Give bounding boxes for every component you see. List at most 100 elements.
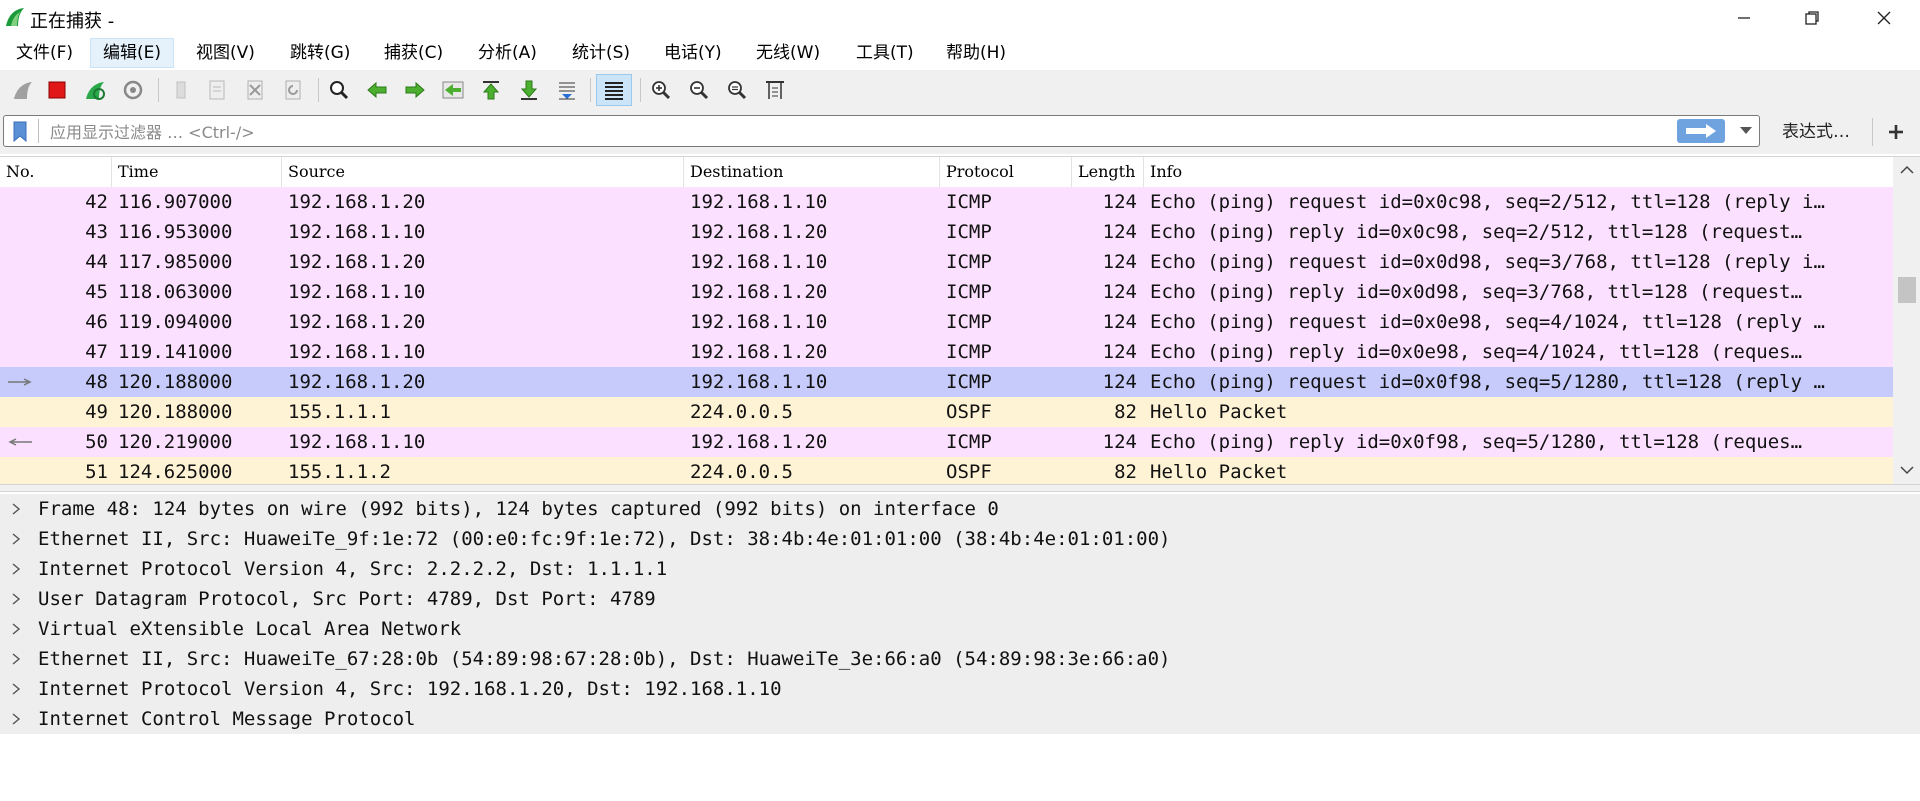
scrollbar-thumb[interactable]	[1898, 277, 1916, 303]
packet-row[interactable]: 42 116.907000 192.168.1.20 192.168.1.10 ICMP…	[0, 187, 1893, 217]
detail-tree-item[interactable]: Frame 48: 124 bytes on wire (992 bits), …	[0, 494, 1920, 524]
chevron-right-icon[interactable]	[10, 652, 22, 666]
pane-splitter[interactable]	[0, 484, 1920, 492]
close-file-button[interactable]	[240, 76, 270, 104]
detail-tree-item[interactable]: Internet Protocol Version 4, Src: 2.2.2.…	[0, 554, 1920, 584]
display-filter-input[interactable]	[48, 118, 1672, 146]
column-header-protocol[interactable]: Protocol	[940, 157, 1072, 187]
resize-columns-button[interactable]	[760, 76, 790, 104]
close-file-icon	[247, 80, 263, 100]
chevron-right-icon[interactable]	[10, 562, 22, 576]
cell-no: 44	[85, 251, 108, 273]
reload-file-button[interactable]	[278, 76, 308, 104]
save-file-button[interactable]	[202, 76, 232, 104]
restart-capture-button[interactable]	[80, 76, 110, 104]
find-packet-icon	[330, 81, 349, 100]
column-header-source[interactable]: Source	[282, 157, 684, 187]
save-file-icon	[209, 80, 225, 100]
zoom-in-icon	[652, 81, 671, 100]
close-button[interactable]	[1856, 0, 1912, 36]
menu-telephony[interactable]: 电话(Y)	[652, 38, 734, 68]
column-header-destination[interactable]: Destination	[684, 157, 940, 187]
column-header-no[interactable]: No.	[0, 157, 112, 187]
open-file-button[interactable]	[166, 76, 196, 104]
menu-capture[interactable]: 捕获(C)	[372, 38, 455, 68]
detail-tree-label: Ethernet II, Src: HuaweiTe_9f:1e:72 (00:…	[38, 528, 1171, 550]
colorize-button[interactable]	[596, 74, 632, 106]
menu-analyze[interactable]: 分析(A)	[466, 38, 549, 68]
menu-tools[interactable]: 工具(T)	[844, 38, 926, 68]
column-header-info[interactable]: Info	[1144, 157, 1893, 187]
scroll-up-icon[interactable]	[1900, 165, 1914, 175]
wireshark-fin-icon	[6, 8, 24, 26]
cell-time: 120.188000	[118, 371, 233, 393]
capture-options-button[interactable]	[118, 76, 148, 104]
scroll-down-icon[interactable]	[1900, 465, 1914, 475]
menu-go[interactable]: 跳转(G)	[278, 38, 362, 68]
chevron-right-icon[interactable]	[10, 712, 22, 726]
cell-destination: 192.168.1.10	[690, 311, 828, 333]
chevron-right-icon[interactable]	[10, 532, 22, 546]
detail-tree-item[interactable]: Internet Control Message Protocol	[0, 704, 1920, 734]
menu-wireless[interactable]: 无线(W)	[744, 38, 832, 68]
packet-row[interactable]: 48 120.188000 192.168.1.20 192.168.1.10 ICMP…	[0, 367, 1893, 397]
auto-scroll-button[interactable]	[552, 76, 582, 104]
go-forward-button[interactable]	[400, 76, 430, 104]
bookmark-icon[interactable]	[12, 121, 28, 143]
filter-history-dropdown[interactable]	[1734, 119, 1758, 143]
zoom-out-button[interactable]	[684, 76, 714, 104]
stop-capture-button[interactable]	[42, 76, 72, 104]
zoom-reset-button[interactable]	[722, 76, 752, 104]
chevron-right-icon[interactable]	[10, 592, 22, 606]
menu-statistics[interactable]: 统计(S)	[560, 38, 642, 68]
packet-row[interactable]: 44 117.985000 192.168.1.20 192.168.1.10 ICMP…	[0, 247, 1893, 277]
toolbar-separator	[590, 78, 591, 102]
cell-no: 47	[85, 341, 108, 363]
cell-time: 124.625000	[118, 461, 233, 483]
cell-source: 155.1.1.1	[288, 401, 391, 423]
packet-row[interactable]: 43 116.953000 192.168.1.10 192.168.1.20 ICMP…	[0, 217, 1893, 247]
go-back-button[interactable]	[362, 76, 392, 104]
expression-button[interactable]: 表达式…	[1762, 117, 1870, 147]
cell-destination: 224.0.0.5	[690, 401, 793, 423]
cell-info: Hello Packet	[1150, 461, 1288, 483]
detail-tree-item[interactable]: Virtual eXtensible Local Area Network	[0, 614, 1920, 644]
apply-filter-button[interactable]	[1677, 119, 1725, 143]
packet-row[interactable]: 47 119.141000 192.168.1.10 192.168.1.20 ICMP…	[0, 337, 1893, 367]
packet-row[interactable]: 50 120.219000 192.168.1.10 192.168.1.20 ICMP…	[0, 427, 1893, 457]
auto-scroll-icon	[559, 82, 575, 100]
zoom-reset-icon	[728, 81, 747, 100]
chevron-right-icon[interactable]	[10, 502, 22, 516]
start-capture-button[interactable]	[8, 76, 38, 104]
detail-tree-item[interactable]: User Datagram Protocol, Src Port: 4789, …	[0, 584, 1920, 614]
chevron-right-icon[interactable]	[10, 682, 22, 696]
packet-row[interactable]: 49 120.188000 155.1.1.1 224.0.0.5 OSPF 82 Hell…	[0, 397, 1893, 427]
chevron-right-icon[interactable]	[10, 622, 22, 636]
minimize-button[interactable]	[1716, 0, 1772, 36]
menu-edit[interactable]: 编辑(E)	[90, 38, 175, 68]
zoom-in-button[interactable]	[646, 76, 676, 104]
cell-destination: 192.168.1.20	[690, 281, 828, 303]
detail-tree-item[interactable]: Ethernet II, Src: HuaweiTe_9f:1e:72 (00:…	[0, 524, 1920, 554]
go-last-button[interactable]	[514, 76, 544, 104]
go-to-packet-button[interactable]	[438, 76, 468, 104]
packet-row[interactable]: 45 118.063000 192.168.1.10 192.168.1.20 ICMP…	[0, 277, 1893, 307]
menu-file[interactable]: 文件(F)	[4, 38, 85, 68]
packet-row[interactable]: 51 124.625000 155.1.1.2 224.0.0.5 OSPF 82 Hell…	[0, 457, 1893, 487]
restore-button[interactable]	[1784, 0, 1840, 36]
add-filter-button[interactable]	[1880, 118, 1912, 146]
cell-no: 46	[85, 311, 108, 333]
colorize-icon	[605, 82, 623, 100]
packet-list-scrollbar[interactable]	[1893, 157, 1920, 485]
menu-view[interactable]: 视图(V)	[184, 38, 267, 68]
detail-tree-item[interactable]: Ethernet II, Src: HuaweiTe_67:28:0b (54:…	[0, 644, 1920, 674]
menu-help[interactable]: 帮助(H)	[934, 38, 1018, 68]
packet-row[interactable]: 46 119.094000 192.168.1.20 192.168.1.10 ICMP…	[0, 307, 1893, 337]
find-packet-button[interactable]	[324, 76, 354, 104]
column-header-time[interactable]: Time	[112, 157, 282, 187]
detail-tree-label: Frame 48: 124 bytes on wire (992 bits), …	[38, 498, 999, 520]
column-header-length[interactable]: Length	[1072, 157, 1144, 187]
go-first-button[interactable]	[476, 76, 506, 104]
close-icon	[1877, 11, 1891, 25]
detail-tree-item[interactable]: Internet Protocol Version 4, Src: 192.16…	[0, 674, 1920, 704]
